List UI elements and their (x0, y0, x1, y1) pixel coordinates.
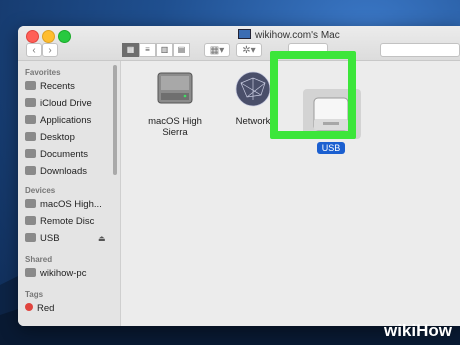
cloud-icon (25, 98, 36, 107)
chevron-left-icon: ‹ (32, 45, 36, 56)
sidebar-item-usb[interactable]: USB (25, 231, 60, 247)
minimize-button[interactable] (42, 30, 55, 43)
sidebar-item-macos[interactable]: macOS High... (25, 197, 102, 213)
hard-drive-icon (157, 72, 193, 104)
sidebar-item-icloud-drive[interactable]: iCloud Drive (25, 96, 92, 112)
sidebar-item-applications[interactable]: Applications (25, 113, 91, 129)
chevron-right-icon: › (48, 45, 52, 56)
red-tag-icon (25, 303, 33, 311)
tags-header: Tags (25, 290, 44, 299)
gear-icon: ✲▾ (242, 45, 256, 56)
view-mode-segment: ▦ ≡ ▥ ▤ (122, 43, 190, 57)
sidebar-item-downloads[interactable]: Downloads (25, 164, 87, 180)
downloads-icon (25, 166, 36, 175)
column-view-button[interactable]: ▥ (156, 43, 173, 57)
devices-header: Devices (25, 186, 56, 195)
close-button[interactable] (26, 30, 39, 43)
action-button[interactable]: ✲▾ (236, 43, 262, 57)
group-by-button[interactable]: ▦▾ (204, 43, 230, 57)
sidebar-item-desktop[interactable]: Desktop (25, 130, 75, 146)
title-bar: wikihow.com's Mac ‹ › ▦ ≡ ▥ ▤ ▦▾ ✲▾ (18, 26, 460, 61)
zoom-button[interactable] (58, 30, 71, 43)
sidebar-scrollbar[interactable] (113, 65, 117, 175)
sidebar-item-recents[interactable]: Recents (25, 79, 75, 95)
eject-icon[interactable]: ⏏ (98, 234, 106, 243)
file-item-macos-high-sierra[interactable]: macOS High Sierra (140, 69, 210, 138)
hard-drive-icon (25, 199, 36, 208)
grid-icon: ▦▾ (209, 45, 225, 56)
disc-icon (25, 216, 36, 225)
gallery-view-button[interactable]: ▤ (173, 43, 190, 57)
finder-window: wikihow.com's Mac ‹ › ▦ ≡ ▥ ▤ ▦▾ ✲▾ Favo… (18, 26, 460, 326)
list-view-button[interactable]: ≡ (139, 43, 156, 57)
wikihow-watermark: wikiHow (383, 321, 452, 340)
usb-selected-label: USB (316, 142, 346, 154)
shared-header: Shared (25, 255, 53, 264)
sidebar-item-tag-red[interactable]: Red (25, 301, 54, 317)
computer-icon (238, 29, 251, 39)
applications-icon (25, 115, 36, 124)
forward-button[interactable]: › (42, 43, 58, 57)
green-highlight-box (270, 51, 356, 139)
sidebar-item-remote-disc[interactable]: Remote Disc (25, 214, 94, 230)
computer-icon (25, 268, 36, 277)
search-field[interactable] (380, 43, 460, 57)
back-button[interactable]: ‹ (26, 43, 42, 57)
desktop-icon (25, 132, 36, 141)
favorites-header: Favorites (25, 68, 61, 77)
recents-icon (25, 81, 36, 90)
usb-drive-icon (25, 233, 36, 242)
window-title: wikihow.com's Mac (238, 29, 340, 41)
sidebar-item-documents[interactable]: Documents (25, 147, 88, 163)
sidebar-item-wikihow-pc[interactable]: wikihow-pc (25, 266, 86, 282)
network-globe-icon (235, 71, 271, 107)
documents-icon (25, 149, 36, 158)
sidebar: Favorites Recents iCloud Drive Applicati… (18, 61, 121, 326)
icon-view-button[interactable]: ▦ (122, 43, 139, 57)
